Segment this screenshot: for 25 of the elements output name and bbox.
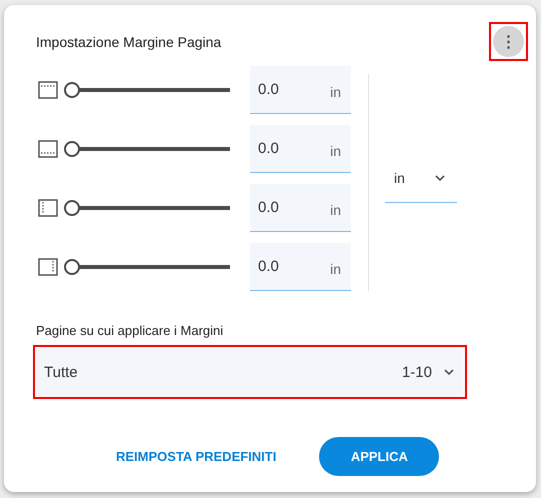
margin-slider[interactable] [64, 259, 230, 275]
margin-icon [38, 258, 58, 276]
pages-select[interactable]: Tutte 1-10 [36, 348, 464, 396]
unit-select[interactable]: in [385, 154, 457, 202]
section-label: Pagine su cui applicare i Margini [36, 323, 224, 338]
margin-field[interactable]: 0.0 in [250, 125, 351, 173]
margin-slider[interactable] [64, 141, 230, 157]
margin-icon [38, 81, 58, 99]
chevron-icon [435, 175, 445, 181]
dialog-title: Impostazione Margine Pagina [36, 34, 222, 50]
slider-thumb[interactable] [64, 141, 80, 157]
margin-field[interactable]: 0.0 in [250, 66, 351, 114]
margin-field[interactable]: 0.0 in [250, 184, 351, 232]
margin-icon [38, 140, 58, 158]
margin-slider[interactable] [64, 82, 230, 98]
margin-slider[interactable] [64, 200, 230, 216]
margin-icon [38, 199, 58, 217]
reset-defaults-button[interactable]: REIMPOSTA PREDEFINITI [116, 449, 276, 464]
slider-thumb[interactable] [64, 82, 80, 98]
chevron-icon [444, 369, 454, 375]
apply-button[interactable]: APPLICA [319, 437, 440, 476]
slider-thumb[interactable] [64, 200, 80, 216]
more-button[interactable]: ⋮ [493, 26, 524, 57]
slider-thumb[interactable] [64, 259, 80, 275]
margin-field[interactable]: 0.0 in [250, 243, 351, 291]
